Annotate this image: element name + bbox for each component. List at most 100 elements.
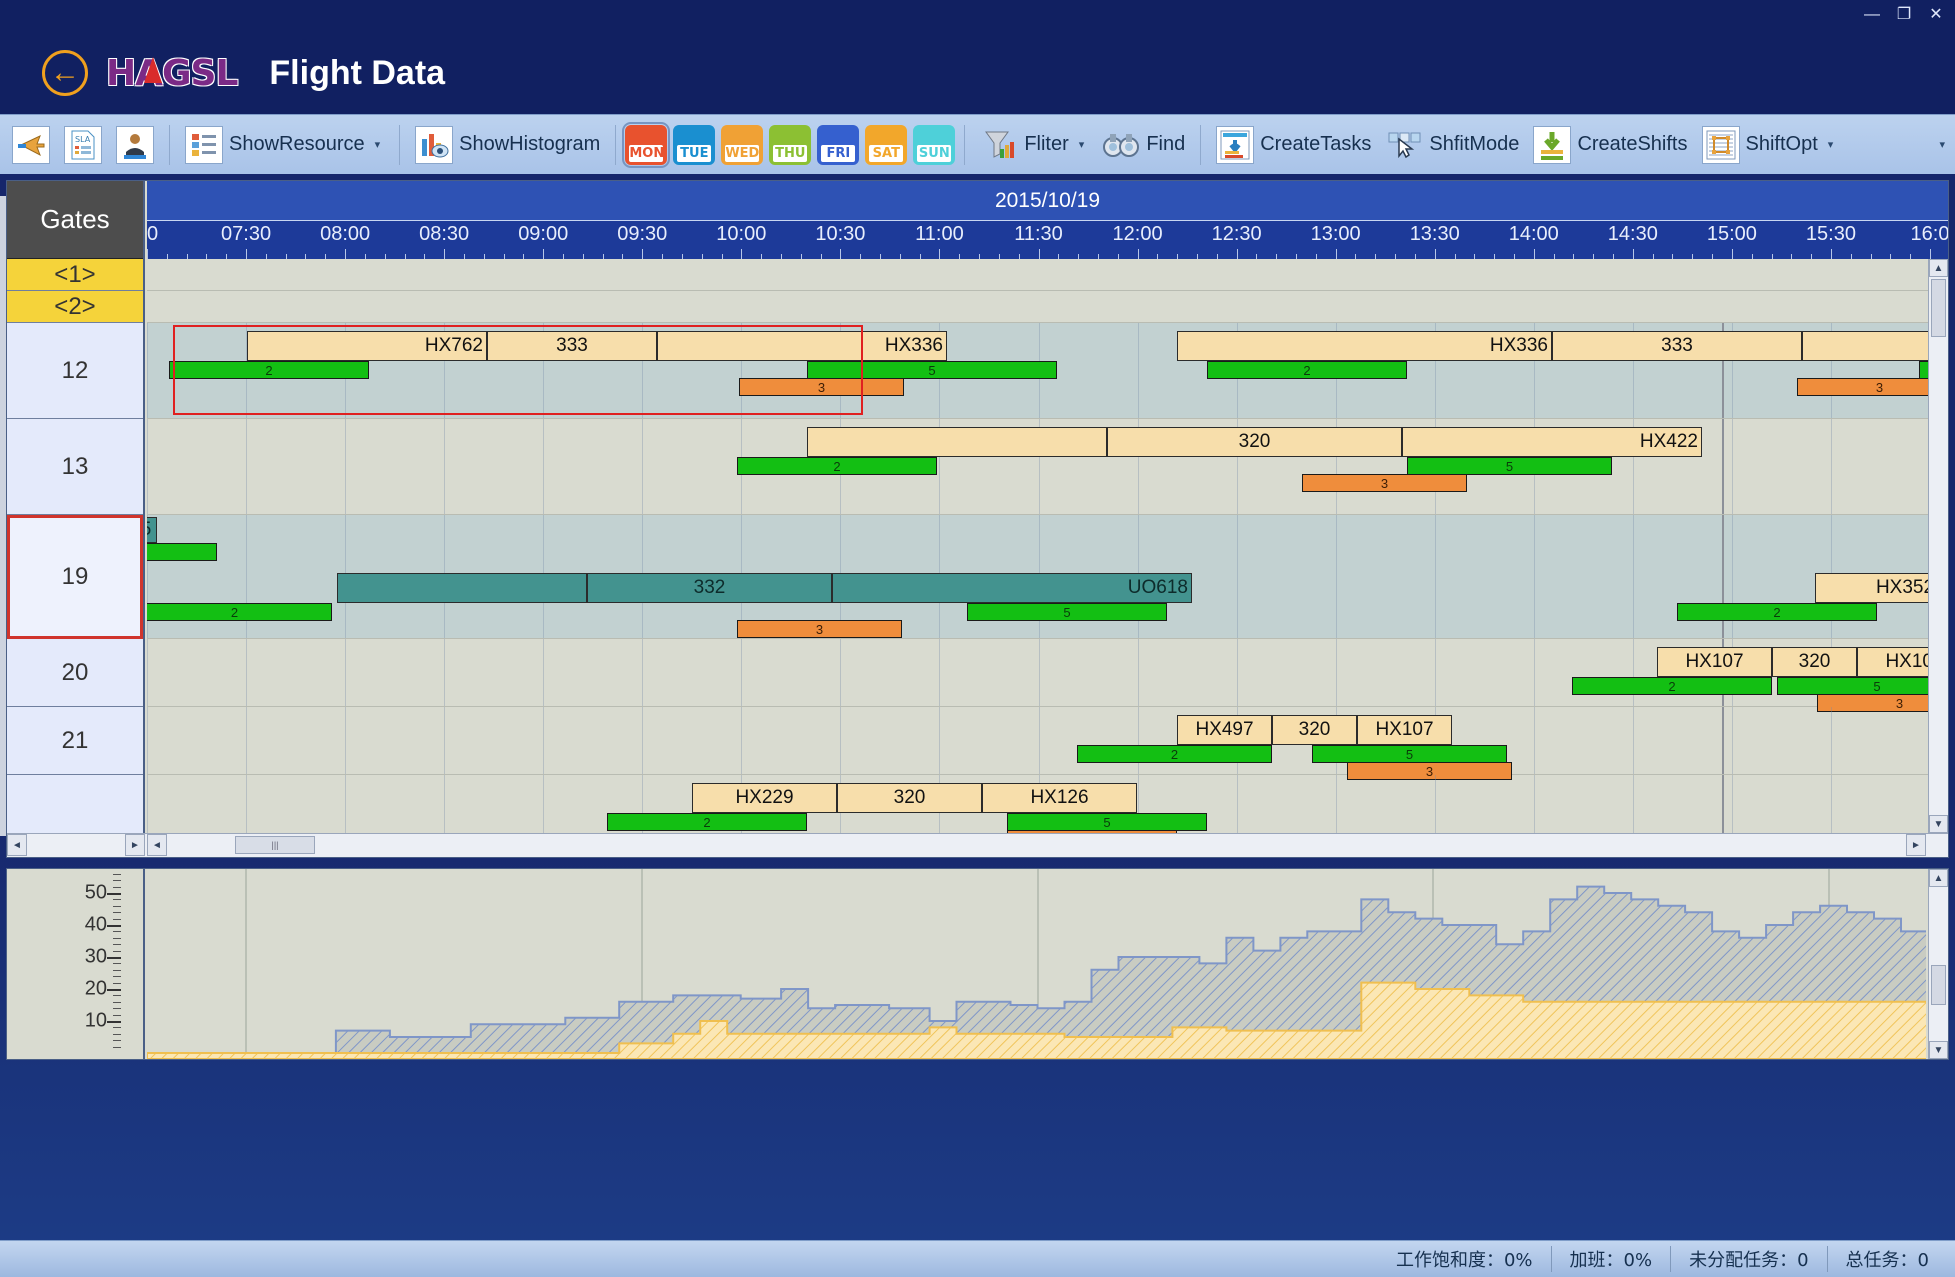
gate-row-13[interactable]: 13 (7, 419, 143, 515)
shfit-mode-button[interactable]: ShfitMode (1379, 123, 1525, 167)
gantt-vertical-scrollbar[interactable]: ▲ ▼ (1928, 259, 1948, 857)
flight-bar[interactable]: HX422 (1402, 427, 1702, 457)
chevron-down-icon[interactable]: ▾ (1075, 138, 1089, 151)
task-bar-green[interactable]: 2 (1077, 745, 1272, 763)
grid-line (1533, 707, 1535, 774)
create-shifts-button[interactable]: CreateShifts (1527, 123, 1693, 167)
task-bar-green[interactable]: 2 (607, 813, 807, 831)
time-tick (1930, 249, 1931, 259)
gantt-row-19[interactable]: 5332UO618HX352320HX25253 (147, 515, 1948, 639)
day-button-sat[interactable]: SAT (865, 124, 908, 165)
flight-bar[interactable]: 333 (487, 331, 657, 361)
scroll-right-icon[interactable]: ► (1906, 834, 1926, 856)
histogram-vertical-scrollbar[interactable]: ▲ ▼ (1928, 869, 1948, 1059)
day-button-thu[interactable]: THU (769, 124, 812, 165)
task-bar-green[interactable]: 5 (1312, 745, 1507, 763)
grid-line (543, 775, 545, 836)
flight-bar[interactable]: 320 (1772, 647, 1857, 677)
gantt-row-12[interactable]: HX762333HX336HX336333HX337252533 (147, 323, 1948, 419)
sla-button[interactable]: SLA (58, 123, 108, 167)
close-icon[interactable]: ✕ (1927, 6, 1945, 24)
flight-bar[interactable]: 5 (147, 517, 157, 543)
gantt-hscroll-thumb[interactable]: ||| (235, 836, 315, 854)
gates-scroll-right-icon[interactable]: ► (125, 834, 145, 856)
flight-bar[interactable]: 332 (587, 573, 832, 603)
gates-scroll-left-icon[interactable]: ◄ (7, 834, 27, 856)
task-bar-green[interactable]: 5 (1777, 677, 1948, 695)
flight-bar[interactable]: 320 (1272, 715, 1357, 745)
task-bar-green[interactable]: 2 (169, 361, 369, 379)
day-button-fri[interactable]: FRI (817, 124, 860, 165)
gantt-row-13[interactable]: 320 HX422 2 5 3 (147, 419, 1948, 515)
gate-row-20[interactable]: 20 (7, 639, 143, 707)
create-tasks-button[interactable]: CreateTasks (1210, 123, 1377, 167)
gantt-row-20[interactable]: HX107 320 HX108 2 5 3 (147, 639, 1948, 712)
show-histogram-button[interactable]: ShowHistogram (409, 123, 606, 167)
task-bar-green[interactable]: 2 (1677, 603, 1877, 621)
flight-bar[interactable]: HX762 (247, 331, 487, 361)
flight-bar[interactable]: HX126 (982, 783, 1137, 813)
chevron-down-icon[interactable]: ▾ (371, 138, 385, 151)
task-bar-green[interactable]: 2 (737, 457, 937, 475)
shift-opt-button[interactable]: ShiftOpt ▾ (1696, 123, 1844, 167)
gate-row-21[interactable]: 21 (7, 707, 143, 775)
task-bar-green[interactable]: 5 (967, 603, 1167, 621)
minimize-icon[interactable]: — (1863, 6, 1881, 24)
task-bar-green[interactable] (147, 543, 217, 561)
flight-bar[interactable]: HX336 (657, 331, 947, 361)
gate-row-empty[interactable] (7, 775, 143, 837)
flight-bar[interactable]: HX336 (1177, 331, 1552, 361)
flight-button[interactable] (6, 123, 56, 167)
filter-button[interactable]: Fliter ▾ (974, 123, 1094, 167)
gantt-row-empty[interactable]: HX229 320 HX126 2 5 (147, 775, 1948, 848)
flight-bar[interactable]: HX497 (1177, 715, 1272, 745)
task-bar-green[interactable]: 5 (807, 361, 1057, 379)
gate-row-<1>[interactable]: <1> (7, 259, 143, 291)
task-bar-orange[interactable]: 3 (739, 378, 904, 396)
gate-row-<2>[interactable]: <2> (7, 291, 143, 323)
task-bar-orange[interactable]: 3 (1797, 378, 1948, 396)
day-button-tue[interactable]: TUE (673, 124, 716, 165)
task-bar-orange[interactable]: 3 (737, 620, 902, 638)
gate-row-12[interactable]: 12 (7, 323, 143, 419)
flight-bar[interactable]: HX107 (1357, 715, 1452, 745)
flight-bar[interactable]: HX107 (1657, 647, 1772, 677)
gate-row-19[interactable]: 19 (7, 515, 143, 639)
day-button-wed[interactable]: WED (721, 124, 764, 165)
show-resource-button[interactable]: ShowResource ▾ (179, 123, 390, 167)
task-bar-green[interactable]: 5 (1407, 457, 1612, 475)
toolbar-overflow-icon[interactable]: ▾ (1935, 138, 1949, 151)
maximize-icon[interactable]: ❐ (1895, 6, 1913, 24)
day-button-sun[interactable]: SUN (913, 124, 956, 165)
gantt-row-21[interactable]: HX497 320 HX107 2 5 3 (147, 707, 1948, 780)
y-axis-minor-tick (113, 880, 121, 882)
task-bar-green[interactable]: 2 (147, 603, 332, 621)
scroll-up-icon[interactable]: ▲ (1929, 259, 1948, 277)
flight-bar[interactable] (337, 573, 587, 603)
hist-scroll-up-icon[interactable]: ▲ (1929, 869, 1948, 887)
flight-bar[interactable]: 320 (837, 783, 982, 813)
hist-scroll-down-icon[interactable]: ▼ (1929, 1041, 1948, 1059)
task-bar-orange[interactable]: 3 (1302, 474, 1467, 492)
flight-bar[interactable]: 320 (1107, 427, 1402, 457)
gantt-horizontal-scrollbar[interactable]: ◄ ► ◄ ||| ► (7, 833, 1948, 857)
day-label: SAT (869, 144, 904, 162)
gantt-vscroll-thumb[interactable] (1931, 279, 1946, 337)
flight-bar[interactable]: UO618 (832, 573, 1192, 603)
task-bar-green[interactable]: 2 (1572, 677, 1772, 695)
flight-bar[interactable]: HX337 (1802, 331, 1948, 361)
hist-vscroll-thumb[interactable] (1931, 965, 1946, 1005)
chevron-down-icon[interactable]: ▾ (1824, 138, 1838, 151)
task-bar-green[interactable]: 5 (1007, 813, 1207, 831)
person-button[interactable] (110, 123, 160, 167)
task-bar-green[interactable]: 2 (1207, 361, 1407, 379)
scroll-left-icon[interactable]: ◄ (147, 834, 167, 856)
flight-bar[interactable] (807, 427, 1107, 457)
flight-bar[interactable]: 333 (1552, 331, 1802, 361)
day-button-mon[interactable]: MON (622, 121, 671, 168)
back-arrow-icon[interactable]: ← (42, 50, 88, 96)
y-axis-minor-tick (113, 995, 121, 997)
find-button[interactable]: Find (1096, 123, 1191, 167)
flight-bar[interactable]: HX229 (692, 783, 837, 813)
scroll-down-icon[interactable]: ▼ (1929, 815, 1948, 833)
